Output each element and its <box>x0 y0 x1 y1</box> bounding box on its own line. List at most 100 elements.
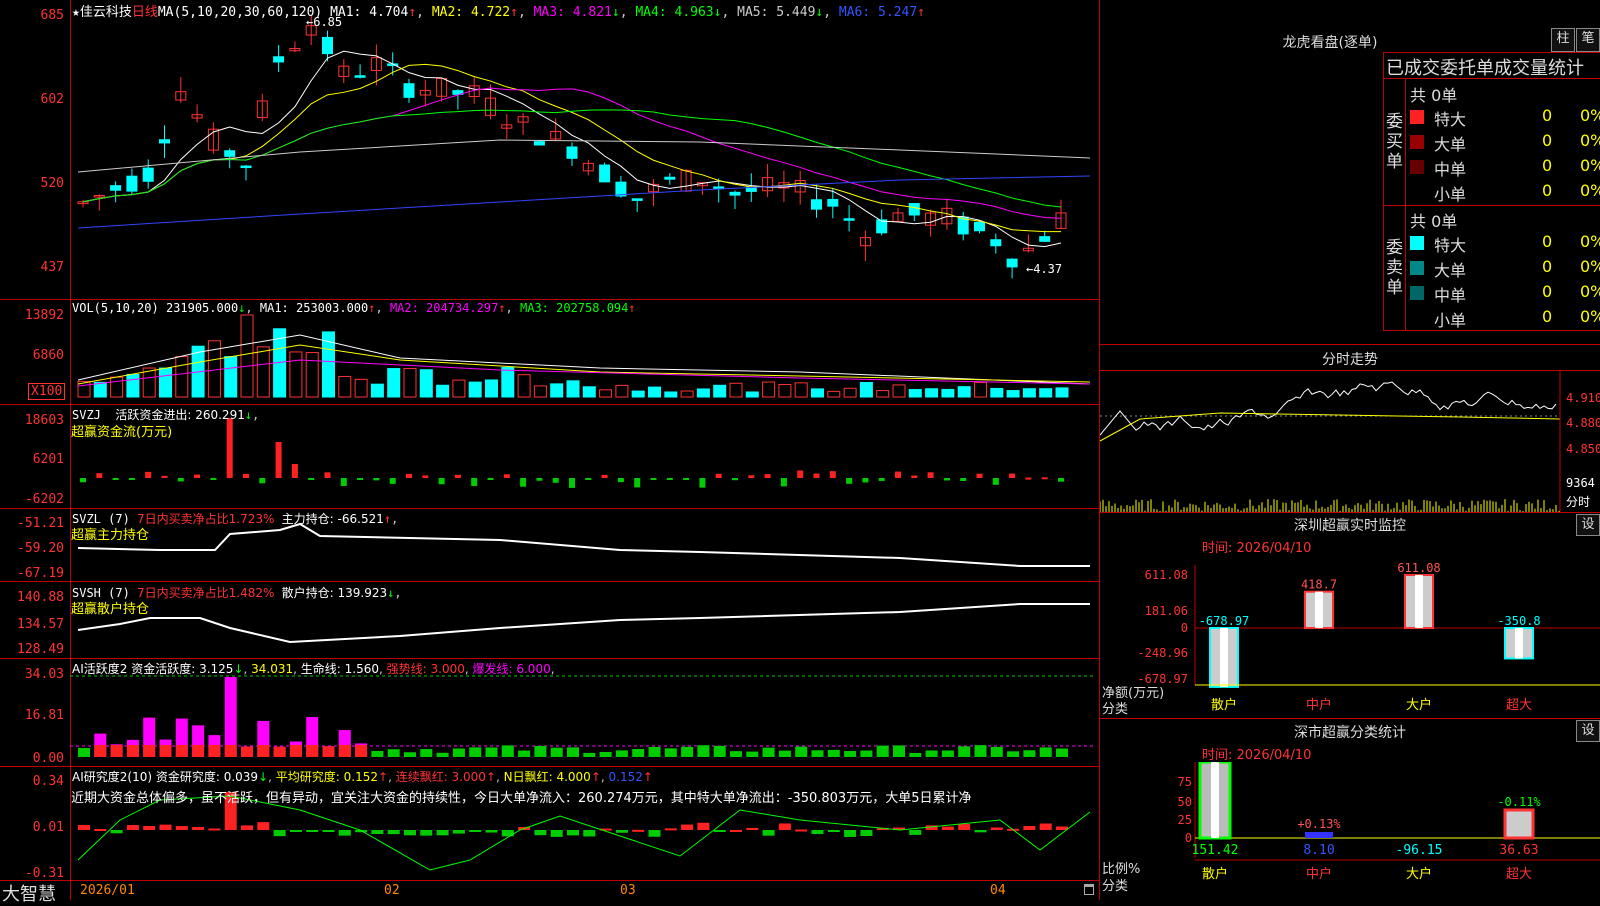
activity-bar <box>958 746 971 757</box>
research-bar <box>681 824 694 830</box>
volume-bar <box>599 389 613 398</box>
research-bar <box>94 829 107 832</box>
svsh-axis-0: 140.88 <box>17 590 64 605</box>
activity-bar <box>990 746 1003 757</box>
activity-bar <box>778 750 791 757</box>
research-bar <box>306 830 319 832</box>
flow-bar <box>943 478 950 481</box>
svzl-subtitle: 超赢主力持仓 <box>71 528 150 543</box>
flow-bar <box>259 478 266 484</box>
research-bar <box>289 830 302 832</box>
research-bar <box>860 830 873 837</box>
activity-base <box>273 746 286 757</box>
buy-row-2[interactable]: 中单00% <box>1410 155 1600 179</box>
volume-bar <box>631 390 645 398</box>
intraday-chart[interactable] <box>1100 371 1600 513</box>
volume-bar <box>778 383 792 398</box>
svzj-value: 活跃资金进出: 260.291 <box>115 408 245 422</box>
flow-bar <box>748 475 755 478</box>
activity-base <box>224 745 237 757</box>
class-settings-button[interactable]: 设 <box>1576 720 1600 742</box>
ai-research-value: 资金研究度: 0.039 <box>155 770 259 784</box>
candle-body <box>713 186 725 190</box>
candle-body <box>974 221 985 232</box>
ai-active-header: AI活跃度2 资金活跃度: 3.125↓, 34.031, 生命线: 1.560… <box>72 662 555 676</box>
stock-name[interactable]: 佳云科技 <box>80 5 132 20</box>
volume-bar <box>745 391 759 398</box>
activity-bar <box>420 749 433 757</box>
kline-axis-1: 602 <box>40 92 64 107</box>
flow-bar <box>732 478 738 481</box>
buy-row-0[interactable]: 特大00% <box>1410 105 1600 129</box>
class-bottom-value: -96.15 <box>1396 843 1443 858</box>
volume-bar <box>908 389 922 398</box>
flow-bar <box>177 478 184 482</box>
activity-bar <box>876 745 889 757</box>
research-bar <box>452 830 465 834</box>
class-chart[interactable]: 7550250+0.13%-0.11%151.42 8.10 -96.15 36.63… <box>1100 762 1600 900</box>
research-bar <box>1039 823 1052 830</box>
sell-total: 共 0单 <box>1410 212 1458 231</box>
class-time: 时间: 2026/04/10 <box>1202 748 1312 763</box>
vol-unit-box[interactable]: X100 <box>28 383 66 400</box>
flow-bar <box>503 474 510 478</box>
kline-axis-2: 520 <box>40 176 64 191</box>
monitor-chart[interactable]: 611.08181.060-248.96-678.97-678.97散户418.… <box>1100 555 1600 720</box>
sell-row-2[interactable]: 中单00% <box>1410 281 1600 305</box>
bar-mode-button[interactable]: 柱 <box>1551 28 1575 52</box>
research-bar <box>126 825 139 830</box>
candle-body <box>240 165 252 169</box>
research-bar <box>730 829 742 832</box>
flow-bar <box>438 478 445 485</box>
flow-bar <box>226 418 233 478</box>
research-bar <box>664 828 677 831</box>
activity-bar <box>1023 750 1036 757</box>
volume-bar <box>468 381 482 398</box>
flow-bar <box>308 478 315 480</box>
volume-bar <box>990 387 1004 398</box>
flow-bar <box>454 474 461 478</box>
research-bar <box>208 828 221 831</box>
activity-bar <box>860 750 873 757</box>
kline-axis-3: 437 <box>40 260 64 275</box>
stats-side-line <box>1405 78 1406 330</box>
sell-row-1[interactable]: 大单00% <box>1410 256 1600 280</box>
chart-canvas[interactable] <box>0 0 1100 900</box>
pen-mode-button[interactable]: 笔 <box>1576 28 1600 52</box>
research-bar <box>404 830 416 836</box>
period-label[interactable]: 日线 <box>132 5 158 20</box>
research-bar <box>697 822 710 830</box>
research-bar <box>469 830 482 832</box>
monitor-settings-button[interactable]: 设 <box>1576 514 1600 536</box>
ma6-value: MA6: 5.247 <box>838 5 918 20</box>
retail-line <box>77 603 1090 644</box>
activity-bar <box>681 746 694 757</box>
research-bar <box>371 830 384 834</box>
class-bottom-value: 151.42 <box>1192 843 1239 858</box>
flow-bar <box>1058 478 1064 482</box>
vol-ma2: MA2: 204734.297 <box>389 301 499 315</box>
volume-bar <box>957 386 971 398</box>
volume-bar <box>436 384 450 398</box>
research-bar <box>159 824 172 830</box>
activity-base <box>110 745 123 757</box>
buy-row-3[interactable]: 小单00% <box>1410 180 1600 204</box>
class-bottom-value: 36.63 <box>1499 843 1538 858</box>
activity-bar <box>436 752 449 757</box>
intraday-avg-line <box>1100 412 1561 442</box>
candle-body <box>729 191 741 196</box>
candle-body <box>224 150 236 157</box>
flow-bar <box>699 478 706 488</box>
stats-sep1 <box>1383 78 1600 79</box>
low-label: ←4.37 <box>1026 262 1063 276</box>
svzj-axis-0: 18603 <box>24 413 64 428</box>
activity-base <box>355 745 368 757</box>
flow-bar <box>895 471 901 478</box>
lock-icon[interactable] <box>1084 884 1094 895</box>
buy-row-1[interactable]: 大单00% <box>1410 130 1600 154</box>
activity-bar <box>615 750 628 757</box>
activity-bar <box>78 747 90 757</box>
sell-row-3[interactable]: 小单00% <box>1410 306 1600 330</box>
sell-row-0[interactable]: 特大00% <box>1410 231 1600 255</box>
svzl-axis-0: -51.21 <box>17 516 64 531</box>
